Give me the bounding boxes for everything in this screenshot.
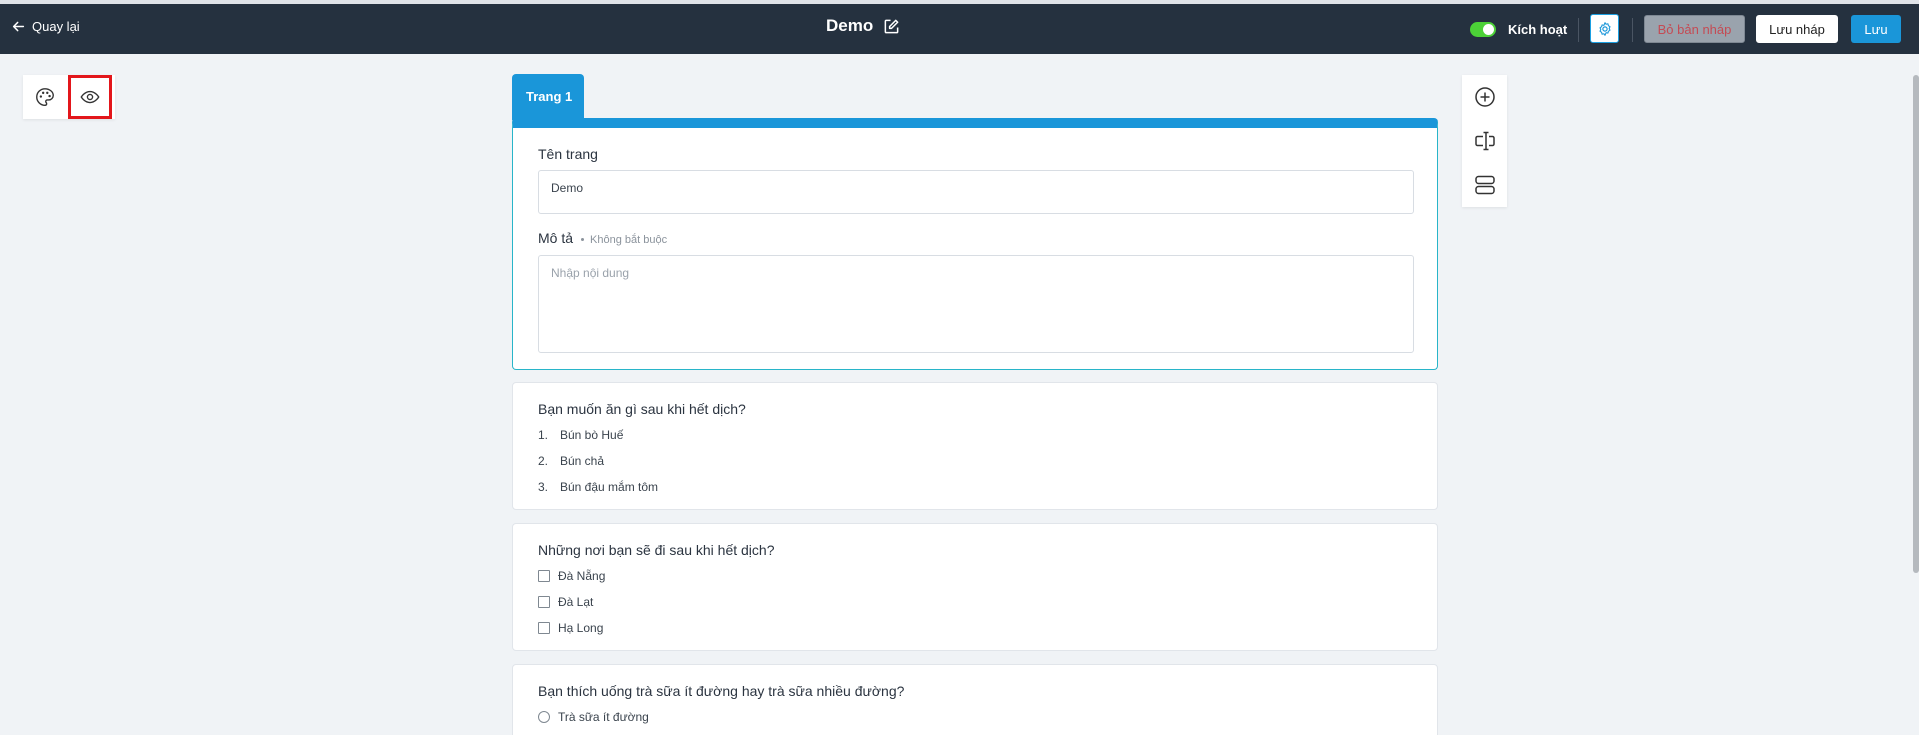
list-item: 2. Bún chả [538,454,605,468]
save-button[interactable]: Lưu [1851,15,1901,43]
settings-button[interactable] [1590,14,1619,43]
form-title-group: Demo [826,16,900,36]
form-title: Demo [826,16,874,35]
checkbox[interactable] [538,622,550,634]
add-question-button[interactable] [1462,75,1507,119]
question-card[interactable]: Những nơi bạn sẽ đi sau khi hết dịch? Đà… [512,523,1438,651]
question-title: Bạn thích uống trà sữa ít đường hay trà … [538,683,905,699]
text-cursor-icon [1474,131,1495,151]
gear-icon [1598,21,1611,36]
palette-icon [36,88,54,106]
discard-draft-button[interactable]: Bỏ bản nháp [1644,15,1745,43]
top-bar: Quay lại Demo Kích hoạt Bỏ bản nháp Lưu … [0,0,1919,54]
theme-button[interactable] [23,75,67,119]
radio[interactable] [538,711,550,723]
optional-note: Không bắt buộc [590,234,668,246]
question-card[interactable]: Bạn thích uống trà sữa ít đường hay trà … [512,664,1438,735]
add-section-button[interactable] [1462,163,1507,207]
checkbox[interactable] [538,596,550,608]
description-input[interactable]: Nhập nội dung [538,255,1414,353]
add-circle-icon [1474,87,1495,107]
tab-page-1[interactable]: Trang 1 [512,74,584,120]
dot [581,237,585,241]
back-button[interactable]: Quay lại [12,19,80,34]
eye-icon [80,90,100,104]
question-card[interactable]: Bạn muốn ăn gì sau khi hết dịch? 1. Bún b… [512,382,1438,510]
checkbox-option[interactable]: Hạ Long [538,621,603,635]
section-icon [1474,175,1495,195]
page-name-input[interactable]: Demo [538,170,1414,214]
add-text-button[interactable] [1462,119,1507,163]
list-item: 1. Bún bò Huế [538,428,624,442]
description-label-group: Mô tả Không bắt buộc [538,230,667,246]
edit-icon[interactable] [883,18,900,35]
left-toolbar [23,75,115,119]
scrollbar[interactable] [1913,75,1919,573]
radio-option[interactable]: Trà sữa ít đường [538,710,649,724]
divider [1632,18,1633,42]
save-draft-button[interactable]: Lưu nháp [1756,15,1838,43]
list-item: 3. Bún đậu mắm tôm [538,480,659,494]
checkbox-option[interactable]: Đà Lạt [538,595,593,609]
back-label: Quay lại [32,19,80,34]
arrow-left-icon [12,21,25,32]
preview-button[interactable] [68,75,112,119]
checkbox[interactable] [538,570,550,582]
active-toggle[interactable] [1470,22,1496,37]
page-card: Tên trang Demo Mô tả Không bắt buộc Nhập … [512,118,1438,370]
divider [1578,18,1579,42]
right-toolbar [1462,75,1507,207]
checkbox-option[interactable]: Đà Nẵng [538,569,605,583]
question-title: Những nơi bạn sẽ đi sau khi hết dịch? [538,542,775,558]
question-title: Bạn muốn ăn gì sau khi hết dịch? [538,401,746,417]
page-name-label: Tên trang [538,146,598,162]
active-label: Kích hoạt [1508,22,1568,37]
description-label: Mô tả [538,230,574,246]
